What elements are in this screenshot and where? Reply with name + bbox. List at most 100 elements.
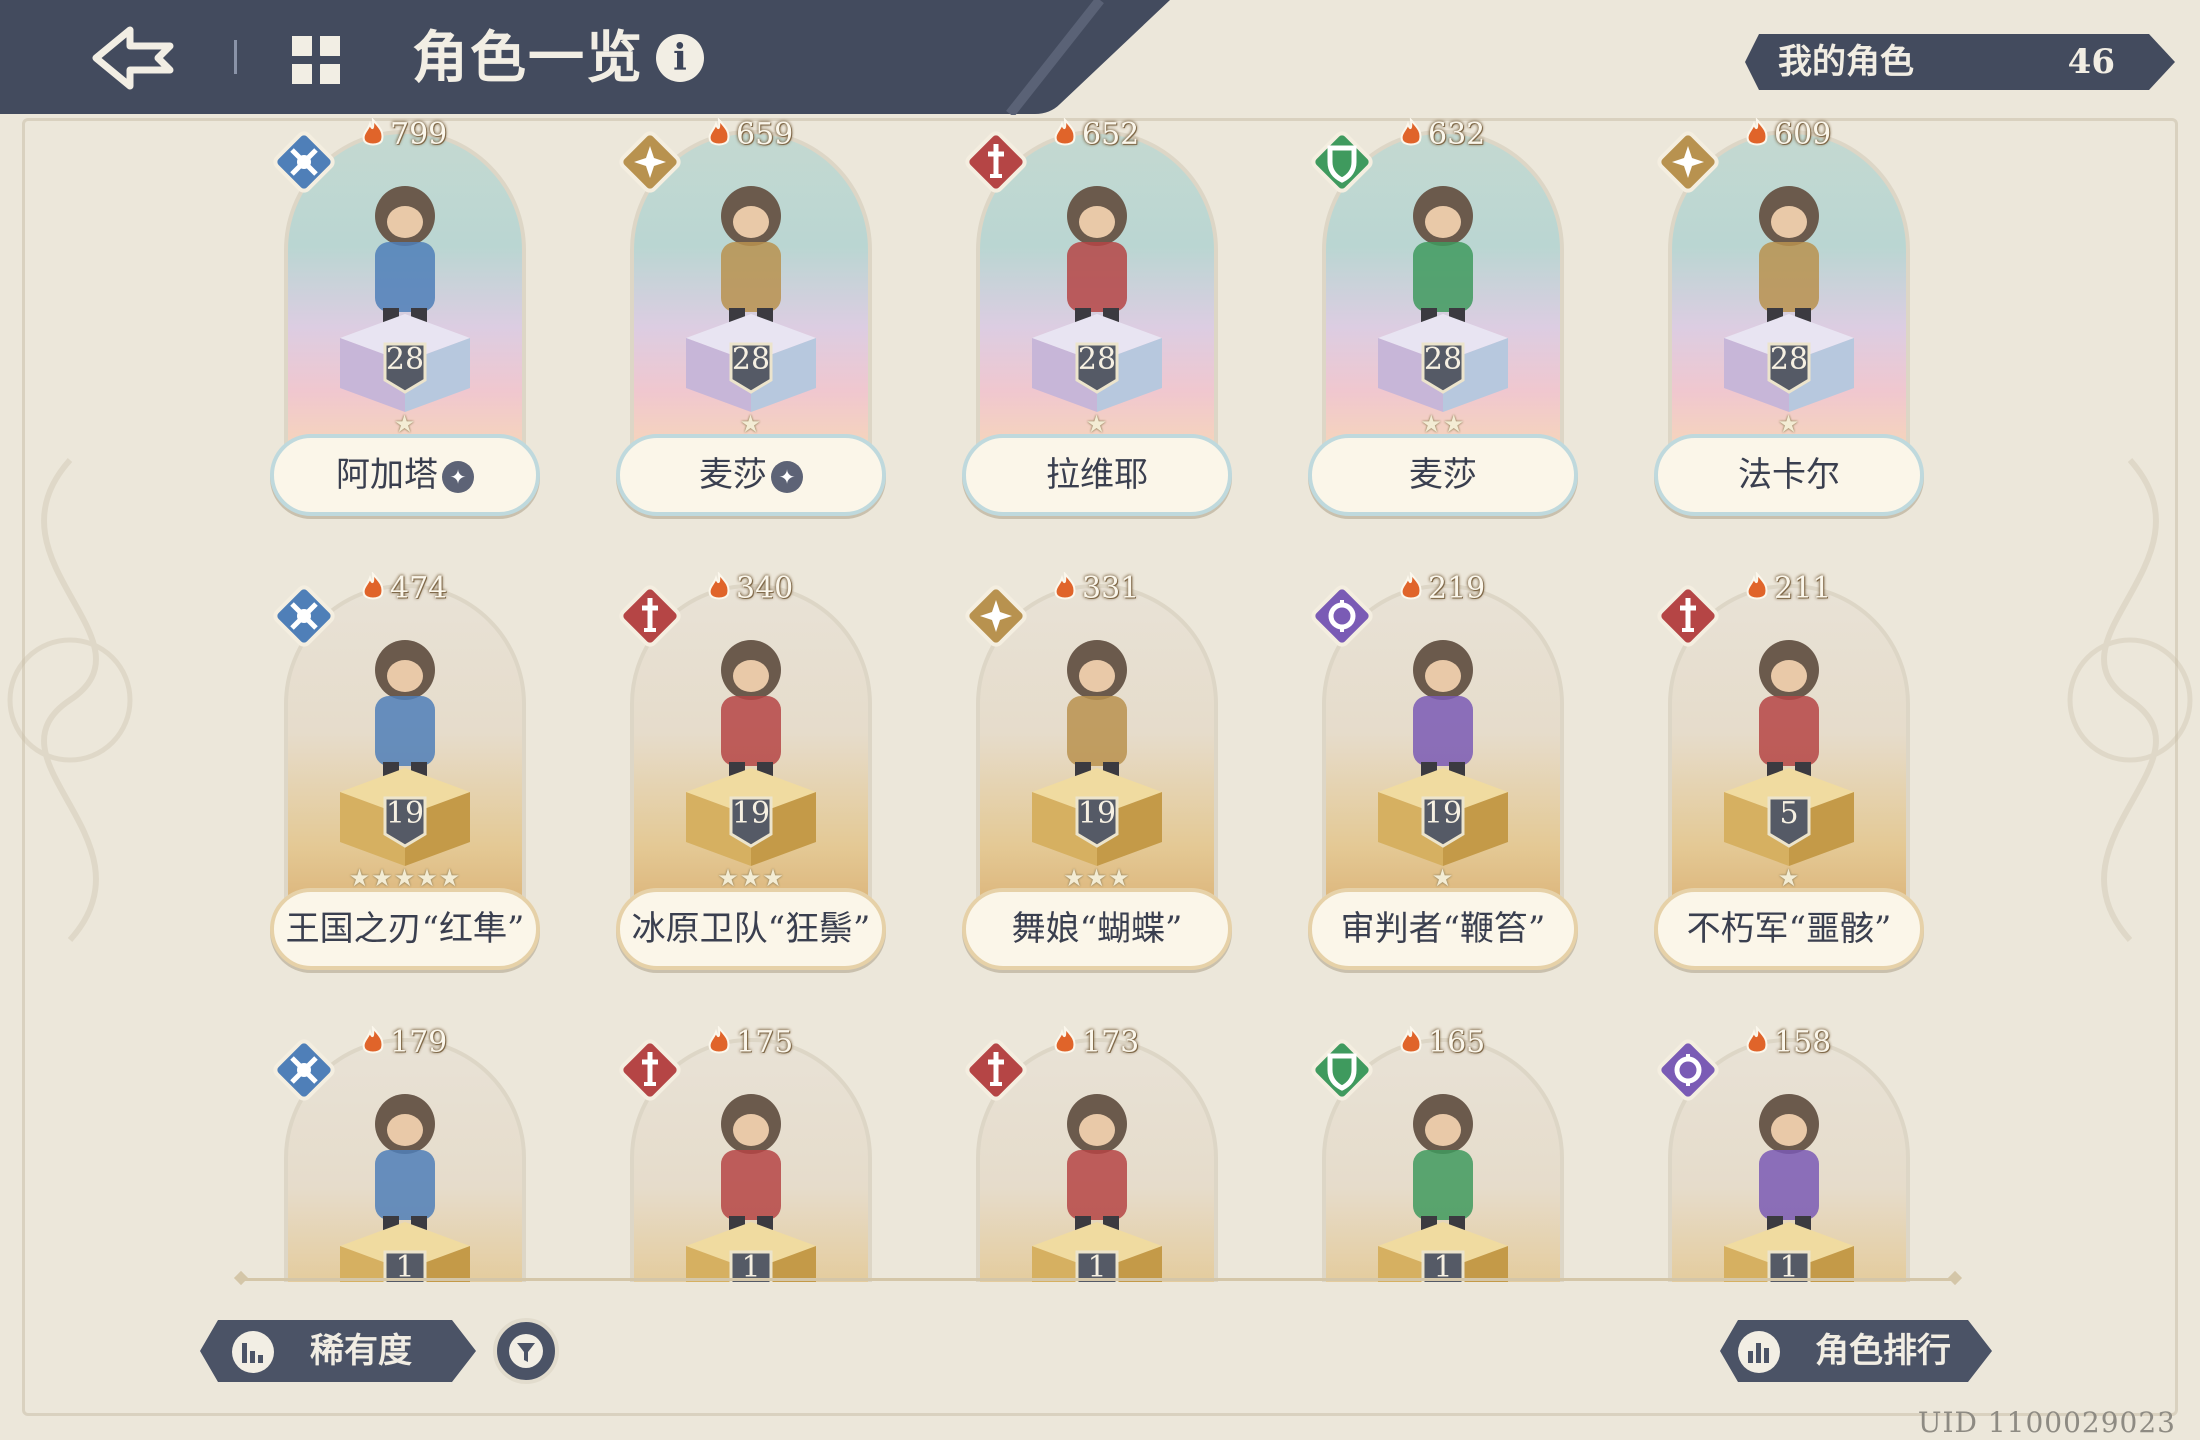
character-card[interactable]: 659 28 ★ 麦莎 ✦ [616, 118, 886, 516]
combat-power: 331 [1052, 572, 1139, 606]
character-ranking-button[interactable]: 角色排行 [1720, 1320, 1992, 1382]
combat-power-value: 609 [1774, 117, 1832, 152]
character-name-plate: 法卡尔 [1654, 434, 1924, 516]
combat-power-value: 331 [1082, 571, 1140, 606]
character-name-plate: 麦莎 ✦ [616, 434, 886, 516]
level-number: 19 [385, 796, 425, 831]
combat-power: 175 [706, 1026, 793, 1060]
combat-power-value: 158 [1774, 1025, 1832, 1060]
level-number: 19 [1077, 796, 1117, 831]
character-name-plate: 审判者“鞭笞” [1308, 888, 1578, 970]
combat-power: 652 [1052, 118, 1139, 152]
character-name: 麦莎 [699, 455, 767, 495]
level-number: 1 [395, 1250, 415, 1282]
level-number: 1 [1779, 1250, 1799, 1282]
flame-icon [1054, 1026, 1076, 1054]
combat-power-value: 474 [390, 571, 448, 606]
level-number: 28 [1423, 342, 1463, 377]
flame-icon [1746, 118, 1768, 146]
level-number: 1 [741, 1250, 761, 1282]
character-name-plate: 不朽军“噩骸” [1654, 888, 1924, 970]
combat-power: 165 [1398, 1026, 1485, 1060]
level-number: 19 [731, 796, 771, 831]
combat-power: 219 [1398, 572, 1485, 606]
character-card[interactable]: 219 19 ★ 审判者“鞭笞” [1308, 572, 1578, 970]
level-number: 28 [1077, 342, 1117, 377]
level-number: 19 [1423, 796, 1463, 831]
character-name: 审判者“鞭笞” [1340, 909, 1546, 949]
awaken-icon: ✦ [771, 461, 803, 493]
filter-icon [509, 1334, 543, 1368]
character-name: 麦莎 [1409, 455, 1477, 495]
flame-icon [1746, 572, 1768, 600]
flame-icon [708, 1026, 730, 1054]
character-name-plate: 王国之刃“红隼” [270, 888, 540, 970]
character-card[interactable]: 799 28 ★ 阿加塔 ✦ [270, 118, 540, 516]
character-name: 不朽军“噩骸” [1686, 909, 1892, 949]
combat-power: 173 [1052, 1026, 1139, 1060]
character-card[interactable]: 175 1 [616, 1026, 886, 1282]
character-card[interactable]: 632 28 ★★ 麦莎 [1308, 117, 1578, 516]
combat-power-value: 219 [1428, 571, 1486, 606]
character-card[interactable]: 609 28 ★ 法卡尔 [1654, 118, 1924, 516]
character-card[interactable]: 340 19 ★★★ 冰原卫队“狂鬃” [616, 571, 886, 970]
character-name: 阿加塔 [336, 455, 438, 495]
character-name-plate: 麦莎 [1308, 434, 1578, 516]
bar-chart-icon [232, 1331, 274, 1373]
combat-power-value: 179 [390, 1025, 448, 1060]
character-name-plate: 拉维耶 [962, 434, 1232, 516]
combat-power-value: 340 [736, 571, 794, 606]
flame-icon [708, 118, 730, 146]
level-number: 1 [1087, 1250, 1107, 1282]
combat-power: 158 [1744, 1026, 1831, 1060]
character-card[interactable]: 173 1 [962, 1026, 1232, 1282]
list-bottom-rule [240, 1278, 1956, 1281]
character-name-plate: 舞娘“蝴蝶” [962, 888, 1232, 970]
flame-icon [1400, 1026, 1422, 1054]
flame-icon [708, 572, 730, 600]
flame-icon [1400, 118, 1422, 146]
level-number: 5 [1779, 796, 1799, 831]
character-name: 王国之刃“红隼” [285, 909, 525, 949]
combat-power: 659 [706, 118, 793, 152]
combat-power: 799 [360, 118, 447, 152]
level-number: 28 [385, 342, 425, 377]
combat-power-value: 165 [1428, 1025, 1486, 1060]
combat-power: 609 [1744, 118, 1831, 152]
level-number: 28 [1769, 342, 1809, 377]
character-name: 拉维耶 [1046, 455, 1148, 495]
combat-power-value: 211 [1774, 571, 1832, 606]
character-name: 法卡尔 [1738, 455, 1840, 495]
level-number: 28 [731, 342, 771, 377]
character-card[interactable]: 165 1 [1308, 1026, 1578, 1282]
character-grid[interactable]: 799 28 ★ 阿加塔 ✦ 659 28 ★ 麦莎 ✦ 652 28 ★ 拉维耶 632 28 ★★ 麦莎 609… [0, 0, 2200, 1282]
combat-power-value: 173 [1082, 1025, 1140, 1060]
filter-button[interactable] [493, 1318, 559, 1384]
flame-icon [1746, 1026, 1768, 1054]
combat-power: 211 [1744, 572, 1831, 606]
level-number: 1 [1433, 1250, 1453, 1282]
character-card[interactable]: 158 1 [1654, 1026, 1924, 1282]
ranking-icon [1738, 1331, 1780, 1373]
combat-power-value: 659 [736, 117, 794, 152]
character-card[interactable]: 331 19 ★★★ 舞娘“蝴蝶” [962, 572, 1232, 970]
rarity-label: 稀有度 [310, 1331, 412, 1371]
combat-power: 179 [360, 1026, 447, 1060]
character-name-plate: 阿加塔 ✦ [270, 434, 540, 516]
combat-power-value: 175 [736, 1025, 794, 1060]
character-card[interactable]: 474 19 ★★★★★ 王国之刃“红隼” [270, 572, 540, 970]
flame-icon [362, 118, 384, 146]
combat-power: 474 [360, 572, 447, 606]
flame-icon [1054, 572, 1076, 600]
character-card[interactable]: 211 5 ★ 不朽军“噩骸” [1654, 572, 1924, 970]
character-card[interactable]: 179 1 [270, 1026, 540, 1282]
combat-power-value: 632 [1428, 117, 1486, 152]
rarity-sort-button[interactable]: 稀有度 [200, 1320, 476, 1382]
uid-label: UID 1100029023 [1917, 1406, 2176, 1439]
combat-power-value: 799 [390, 117, 448, 152]
character-card[interactable]: 652 28 ★ 拉维耶 [962, 118, 1232, 516]
character-name: 舞娘“蝴蝶” [1011, 909, 1183, 949]
flame-icon [362, 572, 384, 600]
awaken-icon: ✦ [442, 461, 474, 493]
character-name: 冰原卫队“狂鬃” [631, 909, 871, 949]
